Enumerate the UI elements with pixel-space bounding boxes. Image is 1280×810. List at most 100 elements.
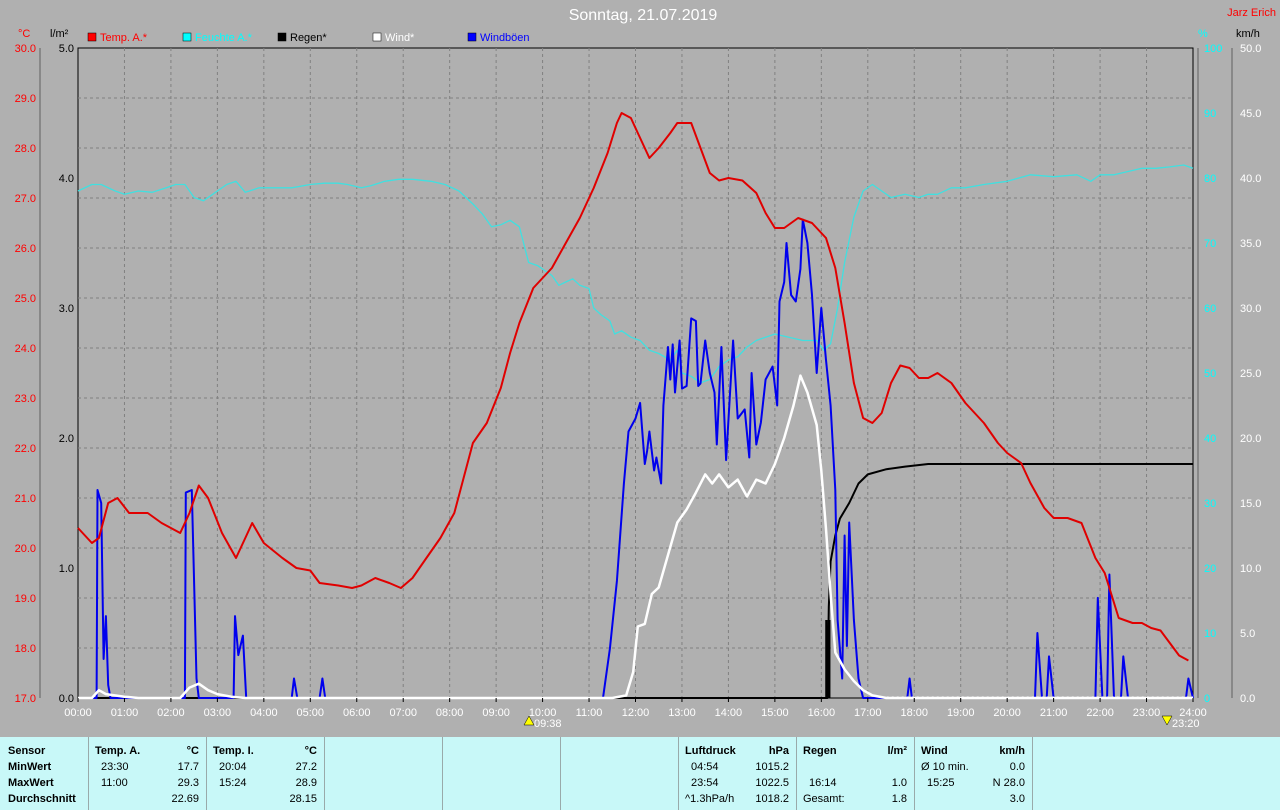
legend-swatch — [467, 32, 477, 42]
stats-temp-a-col: Temp. A. °C 23:30 17.7 11:00 29.3 22.69 — [88, 737, 207, 810]
stats-temp-a-min-time: 23:30 — [101, 761, 129, 773]
stats-pressure-min-time: 04:54 — [691, 761, 719, 773]
stats-sensor-header: Sensor — [8, 745, 46, 757]
wind-unit-label: km/h — [1236, 28, 1260, 40]
x-tick-label: 09:00 — [482, 707, 510, 719]
x-tick-label: 00:00 — [64, 707, 92, 719]
legend-swatch — [277, 32, 287, 42]
temp-tick-label: 21.0 — [15, 493, 36, 505]
x-tick-label: 11:00 — [576, 707, 603, 719]
wind-tick-label: 35.0 — [1240, 238, 1261, 250]
stats-wind-max-time: 15:25 — [927, 777, 955, 789]
stats-empty-col-2 — [442, 737, 561, 810]
humidity-tick-label: 40 — [1204, 433, 1216, 445]
temp-tick-label: 24.0 — [15, 343, 36, 355]
x-tick-label: 01:00 — [111, 707, 139, 719]
humidity-tick-label: 50 — [1204, 368, 1216, 380]
stats-temp-a-min-val: 17.7 — [177, 761, 199, 773]
x-tick-label: 06:00 — [343, 707, 371, 719]
humidity-tick-label: 80 — [1204, 173, 1216, 185]
stats-temp-a-unit: °C — [186, 745, 199, 757]
stats-wind-min-label: Ø 10 min. — [921, 761, 969, 773]
stats-pressure-trend: ^1.3hPa/h — [685, 793, 735, 805]
weather-chart: 17.0 18.0 19.0 20.0 21.0 22.0 23.0 24.0 25.0 26.0… — [0, 0, 1280, 735]
stats-wind-max-val: N 28.0 — [992, 777, 1025, 789]
stats-rain-total-label: Gesamt: — [803, 793, 845, 805]
stats-row-avg: Durchschnitt — [8, 793, 76, 805]
rain-unit-label: l/m² — [50, 28, 69, 40]
temp-tick-label: 27.0 — [15, 193, 36, 205]
stats-wind-avg-val: 3.0 — [1009, 793, 1025, 805]
x-tick-label: 02:00 — [157, 707, 185, 719]
stats-rain-unit: l/m² — [887, 745, 907, 757]
stats-row-min: MinWert — [8, 761, 52, 773]
chart-grid — [77, 47, 1194, 699]
x-tick-label: 20:00 — [993, 707, 1021, 719]
x-tick-label: 18:00 — [900, 707, 928, 719]
legend-label: Windböen — [480, 32, 530, 44]
stats-temp-a-max-time: 11:00 — [101, 777, 128, 789]
humidity-tick-label: 20 — [1204, 563, 1216, 575]
x-tick-label: 13:00 — [668, 707, 696, 719]
wind-tick-label: 10.0 — [1240, 563, 1261, 575]
stats-temp-a-header: Temp. A. — [95, 745, 141, 757]
stats-rain-max-time: 16:14 — [809, 777, 837, 789]
statistics-panel: Sensor MinWert MaxWert Durchschnitt Temp… — [0, 737, 1280, 810]
wind-tick-label: 45.0 — [1240, 108, 1261, 120]
stats-temp-a-avg-val: 22.69 — [171, 793, 199, 805]
x-tick-label: 15:00 — [761, 707, 789, 719]
stats-rain-header: Regen — [803, 745, 837, 757]
stats-pressure-avg-val: 1018.2 — [755, 793, 789, 805]
x-tick-label: 08:00 — [436, 707, 464, 719]
stats-wind-col: Wind km/h Ø 10 min. 0.0 15:25 N 28.0 3.0 — [914, 737, 1033, 810]
rain-tick-label: 1.0 — [59, 563, 74, 575]
wind-tick-label: 25.0 — [1240, 368, 1261, 380]
stats-wind-min-val: 0.0 — [1009, 761, 1025, 773]
humidity-tick-label: 30 — [1204, 498, 1216, 510]
sunrise-label: 09:38 — [534, 718, 562, 730]
temp-tick-label: 28.0 — [15, 143, 36, 155]
humidity-tick-label: 100 — [1204, 43, 1222, 55]
author-label: Jarz Erich — [1227, 7, 1276, 19]
rain-tick-label: 3.0 — [59, 303, 74, 315]
stats-empty-col-4 — [1032, 737, 1280, 810]
wind-tick-label: 30.0 — [1240, 303, 1261, 315]
rain-tick-label: 5.0 — [59, 43, 74, 55]
stats-temp-i-col: Temp. I. °C 20:04 27.2 15:24 28.9 28.15 — [206, 737, 325, 810]
x-tick-label: 16:00 — [808, 707, 836, 719]
stats-empty-col-3 — [560, 737, 679, 810]
x-tick-label: 05:00 — [297, 707, 325, 719]
wind-tick-label: 5.0 — [1240, 628, 1255, 640]
stats-wind-unit: km/h — [999, 745, 1025, 757]
stats-pressure-max-time: 23:54 — [691, 777, 719, 789]
stats-pressure-header: Luftdruck — [685, 745, 736, 757]
stats-empty-col-1 — [324, 737, 443, 810]
stats-pressure-max-val: 1022.5 — [755, 777, 789, 789]
legend-label: Temp. A.* — [100, 32, 148, 44]
rain-tick-label: 0.0 — [59, 693, 74, 705]
x-tick-label: 14:00 — [715, 707, 743, 719]
temp-tick-label: 18.0 — [15, 643, 36, 655]
temp-tick-label: 26.0 — [15, 243, 36, 255]
stats-temp-a-max-val: 29.3 — [177, 777, 199, 789]
stats-rain-total-val: 1.8 — [891, 793, 907, 805]
temp-tick-label: 22.0 — [15, 443, 36, 455]
x-tick-label: 21:00 — [1040, 707, 1068, 719]
stats-temp-i-max-val: 28.9 — [295, 777, 317, 789]
wind-tick-label: 15.0 — [1240, 498, 1261, 510]
stats-rain-col: Regen l/m² 16:14 1.0 Gesamt: 1.8 — [796, 737, 915, 810]
x-tick-label: 07:00 — [389, 707, 417, 719]
stats-temp-i-min-time: 20:04 — [219, 761, 247, 773]
stats-wind-header: Wind — [921, 745, 948, 757]
humidity-tick-label: 10 — [1204, 628, 1216, 640]
legend-swatch — [182, 32, 192, 42]
legend-label: Regen* — [290, 32, 327, 44]
stats-temp-i-max-time: 15:24 — [219, 777, 247, 789]
stats-temp-i-unit: °C — [304, 745, 317, 757]
wind-tick-label: 50.0 — [1240, 43, 1261, 55]
legend-label: Feuchte A.* — [195, 32, 253, 44]
x-tick-label: 03:00 — [204, 707, 232, 719]
humidity-tick-label: 60 — [1204, 303, 1216, 315]
x-tick-label: 22:00 — [1086, 707, 1114, 719]
chart-title: Sonntag, 21.07.2019 — [569, 7, 718, 24]
